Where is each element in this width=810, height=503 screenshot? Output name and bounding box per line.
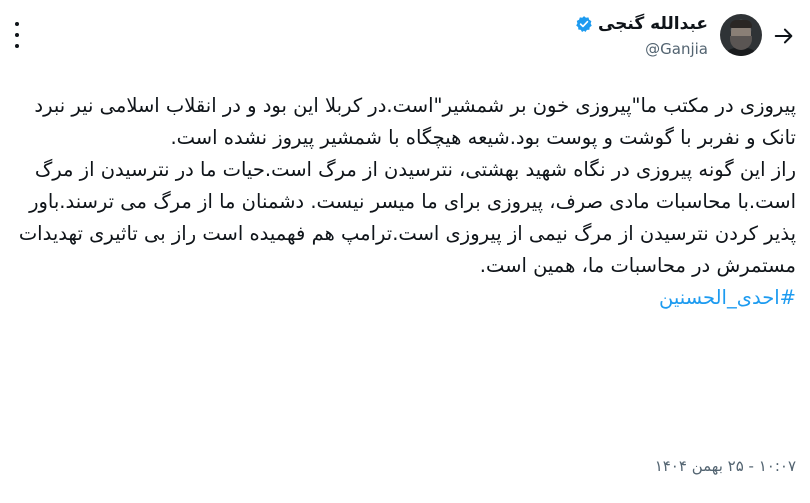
- more-vertical-icon-dot-3: [15, 44, 19, 48]
- tweet-timestamp[interactable]: ۱۰:۰۷ - ۲۵ بهمن ۱۴۰۴: [655, 457, 796, 475]
- author-name[interactable]: عبدالله گنجی: [598, 14, 708, 34]
- tweet-paragraph-2: راز این گونه پیروزی در نگاه شهید بهشتی، …: [18, 158, 796, 277]
- hashtag-link[interactable]: #احدی_الحسنین: [659, 286, 796, 309]
- more-vertical-icon: [15, 22, 19, 26]
- back-button[interactable]: [768, 20, 800, 52]
- more-options-button[interactable]: [10, 22, 24, 48]
- author-handle[interactable]: @Ganjia: [645, 40, 708, 58]
- arrow-right-icon: [774, 28, 793, 44]
- verified-badge-icon: [576, 16, 592, 32]
- more-vertical-icon-dot-2: [15, 33, 19, 37]
- tweet-text: پیروزی در مکتب ما"پیروزی خون بر شمشیر"اس…: [18, 90, 796, 314]
- tweet-header: عبدالله گنجی @Ganjia: [0, 0, 810, 70]
- avatar-hair: [730, 20, 752, 28]
- avatar[interactable]: [720, 14, 762, 56]
- tweet-paragraph-1: پیروزی در مکتب ما"پیروزی خون بر شمشیر"اس…: [34, 94, 796, 149]
- author-name-row[interactable]: عبدالله گنجی: [575, 13, 708, 35]
